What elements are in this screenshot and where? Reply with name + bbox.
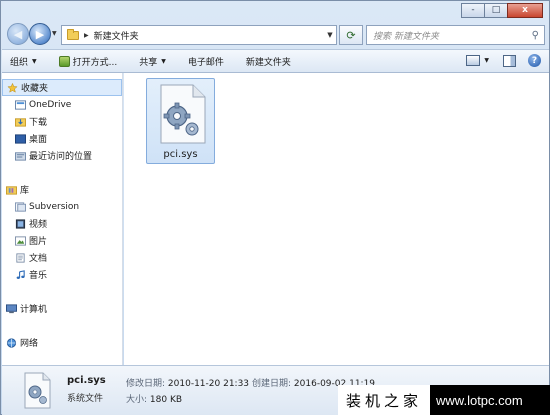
size-label: 大小: [126, 395, 148, 405]
maximize-button[interactable]: □ [484, 3, 508, 18]
chevron-down-icon: ▼ [161, 57, 166, 65]
nav-item-music[interactable]: 音乐 [2, 266, 122, 283]
nav-item-label: 图片 [29, 237, 48, 247]
nav-favorites[interactable]: 收藏夹 [2, 79, 122, 96]
nav-item-label: OneDrive [29, 99, 72, 110]
explorer-window: - □ x ◀ ▶ ▼ ▶ 新建文件夹 ▼ ⟳ 搜索 新建文件夹 ⚲ 组织 ▼ … [0, 0, 550, 415]
created-label: 创建日期: [252, 379, 292, 389]
navigation-pane: 收藏夹 OneDrive 下载 桌面 最近访问的位置 库 Subversion [2, 73, 123, 365]
email-button[interactable]: 电子邮件 [188, 55, 224, 68]
details-size: 大小: 180 KB [126, 392, 182, 405]
organize-label: 组织 [10, 57, 29, 68]
recent-places-icon [15, 151, 26, 161]
libraries-icon [6, 185, 17, 195]
documents-icon [16, 252, 25, 263]
open-with-icon [58, 55, 70, 67]
nav-item-recent-places[interactable]: 最近访问的位置 [2, 147, 122, 164]
caption-buttons: - □ x [461, 3, 543, 18]
search-input[interactable]: 搜索 新建文件夹 ⚲ [366, 25, 545, 45]
watermark-text: 装机之家 [338, 385, 431, 415]
search-icon[interactable]: ⚲ [532, 30, 539, 41]
nav-item-label: Subversion [29, 201, 80, 212]
pictures-icon [15, 235, 26, 246]
open-with-label: 打开方式... [72, 57, 118, 68]
address-dropdown-icon[interactable]: ▼ [324, 31, 336, 39]
nav-item-downloads[interactable]: 下载 [2, 113, 122, 130]
forward-button[interactable]: ▶ [29, 23, 51, 45]
breadcrumb-separator-icon[interactable]: ▶ [84, 32, 89, 39]
library-folder-icon [15, 201, 26, 212]
file-name: pci.sys [163, 149, 198, 160]
nav-item-label: 桌面 [29, 135, 48, 145]
close-button[interactable]: x [507, 3, 543, 18]
change-view-icon[interactable] [466, 55, 481, 66]
nav-favorites-label: 收藏夹 [21, 84, 49, 94]
help-icon[interactable]: ? [528, 54, 541, 67]
system-file-gear-icon [160, 84, 206, 144]
nav-item-subversion[interactable]: Subversion [2, 198, 122, 215]
open-with-button[interactable]: 打开方式... [58, 55, 118, 68]
onedrive-icon [15, 99, 26, 110]
nav-computer-label: 计算机 [20, 305, 48, 315]
nav-item-pictures[interactable]: 图片 [2, 232, 122, 249]
music-icon [16, 269, 25, 279]
share-label: 共享 [139, 57, 158, 68]
nav-item-label: 文档 [29, 254, 48, 264]
nav-item-label: 音乐 [29, 271, 48, 281]
nav-libraries[interactable]: 库 [2, 181, 122, 198]
new-folder-button[interactable]: 新建文件夹 [246, 55, 291, 68]
preview-pane-icon[interactable] [503, 54, 516, 67]
site-watermark: 装机之家 www.lotpc.com [338, 385, 550, 415]
recent-pages-dropdown-icon[interactable]: ▼ [52, 30, 57, 37]
refresh-button[interactable]: ⟳ [339, 25, 363, 45]
organize-button[interactable]: 组织 ▼ [10, 55, 37, 68]
share-button[interactable]: 共享 ▼ [139, 55, 166, 68]
downloads-folder-icon [15, 117, 26, 127]
nav-item-label: 下载 [29, 118, 48, 128]
nav-network-label: 网络 [20, 339, 39, 349]
modified-value: 2010-11-20 21:33 [167, 379, 250, 389]
network-icon [6, 337, 17, 348]
details-file-name: pci.sys [67, 375, 106, 386]
address-bar[interactable]: ▶ 新建文件夹 ▼ [61, 25, 337, 45]
toolbar-right-controls: ▼ ? [466, 54, 541, 67]
nav-item-onedrive[interactable]: OneDrive [2, 96, 122, 113]
nav-item-label: 视频 [29, 220, 48, 230]
star-icon [7, 82, 18, 93]
nav-computer[interactable]: 计算机 [2, 300, 122, 317]
nav-network[interactable]: 网络 [2, 334, 122, 351]
refresh-icon: ⟳ [346, 28, 356, 42]
nav-libraries-label: 库 [20, 186, 30, 196]
nav-item-label: 最近访问的位置 [29, 152, 93, 162]
videos-icon [15, 218, 26, 229]
nav-item-videos[interactable]: 视频 [2, 215, 122, 232]
view-options-chevron-icon[interactable]: ▼ [484, 57, 489, 64]
size-value: 180 KB [149, 395, 183, 405]
breadcrumb-current-folder[interactable]: 新建文件夹 [94, 29, 139, 42]
details-file-type: 系统文件 [67, 394, 104, 404]
details-modified: 修改日期: 2010-11-20 21:33 [126, 376, 249, 389]
chevron-down-icon: ▼ [32, 57, 37, 65]
desktop-icon [15, 133, 26, 144]
navigation-row: ◀ ▶ ▼ ▶ 新建文件夹 ▼ ⟳ 搜索 新建文件夹 ⚲ [7, 21, 545, 47]
search-placeholder: 搜索 新建文件夹 [373, 31, 439, 42]
nav-item-documents[interactable]: 文档 [2, 249, 122, 266]
folder-icon [67, 28, 79, 40]
command-bar: 组织 ▼ 打开方式... 共享 ▼ 电子邮件 新建文件夹 ▼ ? [2, 49, 549, 73]
file-item[interactable]: pci.sys [146, 78, 215, 164]
back-button[interactable]: ◀ [7, 23, 29, 45]
minimize-button[interactable]: - [461, 3, 485, 18]
computer-icon [6, 303, 17, 313]
file-list-area: pci.sys [124, 73, 549, 365]
new-folder-label: 新建文件夹 [245, 57, 291, 68]
modified-label: 修改日期: [126, 379, 166, 389]
email-label: 电子邮件 [187, 57, 224, 68]
watermark-url: www.lotpc.com [436, 393, 523, 408]
nav-item-desktop[interactable]: 桌面 [2, 130, 122, 147]
system-file-gear-icon [24, 372, 51, 409]
